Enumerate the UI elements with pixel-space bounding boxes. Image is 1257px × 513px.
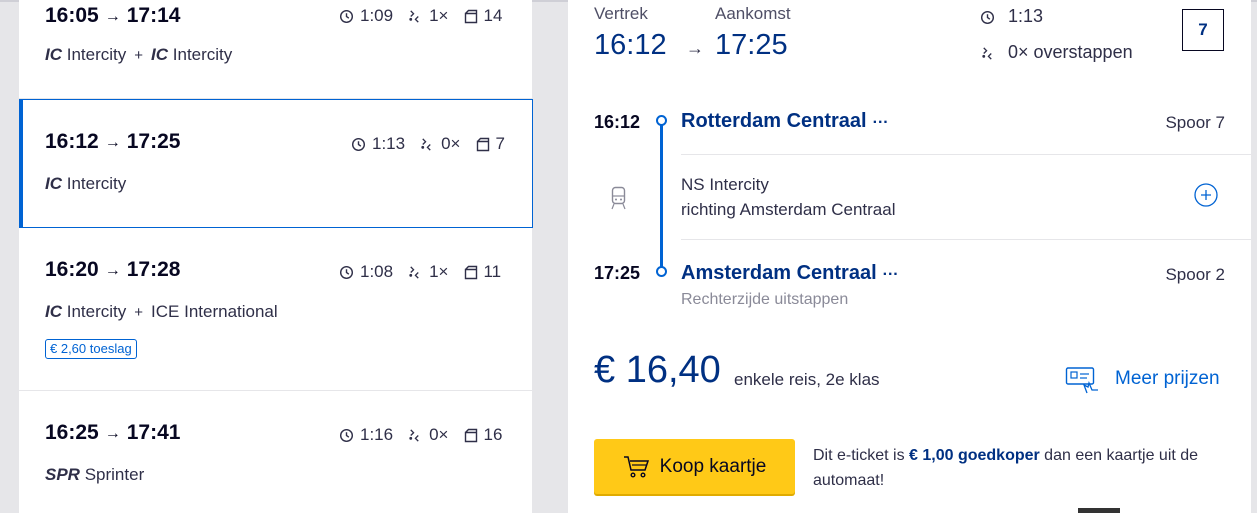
divider [681, 239, 1251, 240]
trip-platform: 14 [483, 6, 503, 25]
platform-icon [477, 137, 490, 151]
transfer-icon [409, 9, 419, 23]
departure-label: Vertrek [594, 4, 648, 23]
trip-duration: 1:08 [360, 262, 394, 281]
platform-icon [465, 9, 478, 23]
route-line [660, 122, 663, 272]
price: € 16,40 [594, 349, 721, 391]
train-icon [611, 186, 626, 210]
trip-transfers: 0× [441, 134, 461, 153]
platform-icon [465, 428, 478, 442]
trip-times: 16:20 → 17:28 [45, 258, 181, 281]
clock-icon [339, 265, 354, 279]
leg-direction: richting Amsterdam Centraal [681, 200, 896, 219]
arrival-time: 17:25 [715, 29, 788, 61]
arrow-right-icon: → [104, 425, 121, 442]
clock-icon [339, 428, 354, 442]
trip-trains: IC Intercity + IC Intercity [45, 45, 233, 64]
to-station[interactable]: Amsterdam Centraal ··· [681, 262, 899, 285]
trip-detail: Vertrek Aankomst 16:12 → 17:25 1:13 0× o… [568, 0, 1251, 513]
more-dots-icon[interactable]: ··· [873, 114, 889, 131]
trip-list: 16:05 → 17:14 1:09 1× 14 IC Intercity + IC I… [19, 0, 533, 513]
divider [681, 154, 1251, 155]
more-prices-link[interactable]: Meer prijzen [1115, 368, 1220, 390]
trip-times: 16:12 → 17:25 [45, 130, 181, 153]
trip-option-selected[interactable]: 16:12 → 17:25 1:13 0× 7 IC Intercity [19, 99, 533, 228]
price-note: enkele reis, 2e klas [734, 370, 880, 389]
trip-platform: 16 [483, 425, 503, 444]
from-time: 16:12 [594, 112, 641, 132]
transfer-icon [409, 428, 419, 442]
trip-trains: IC Intercity + ICE International [45, 302, 278, 321]
trip-times: 16:05 → 17:14 [45, 4, 181, 27]
ticket-icon[interactable] [1065, 366, 1101, 394]
trip-option[interactable]: 16:05 → 17:14 1:09 1× 14 IC Intercity + IC I… [19, 0, 532, 99]
arrival-label: Aankomst [715, 4, 791, 23]
to-time: 17:25 [594, 263, 641, 283]
trip-option[interactable]: 16:20 → 17:28 1:08 1× 11 IC Intercity + ICE … [19, 228, 532, 391]
trip-transfers: 1× [429, 262, 449, 281]
arrow-right-icon: → [686, 38, 704, 58]
trip-meta: 1:09 1× 14 [339, 6, 502, 26]
detail-duration: 1:13 [1008, 6, 1044, 26]
overlay-tab [1078, 508, 1120, 513]
trip-duration: 1:09 [360, 6, 394, 25]
trip-platform: 11 [483, 262, 502, 281]
plus-separator: + [134, 47, 144, 64]
trip-option[interactable]: 16:25 → 17:41 1:16 0× 16 SPR Sprinter [19, 391, 532, 513]
plus-circle-icon[interactable] [1194, 183, 1218, 207]
platform-box: 7 [1182, 9, 1224, 51]
plus-separator: + [134, 304, 144, 321]
transfer-icon [409, 265, 419, 279]
trip-transfers: 1× [429, 6, 449, 25]
transfer-icon [982, 47, 992, 60]
trip-duration: 1:13 [372, 134, 406, 153]
more-dots-icon[interactable]: ··· [883, 266, 899, 283]
platform-icon [465, 265, 478, 279]
clock-icon [980, 10, 995, 25]
buy-ticket-button[interactable]: Koop kaartje [594, 439, 795, 494]
trip-duration: 1:16 [360, 425, 394, 444]
trip-times: 16:25 → 17:41 [45, 421, 181, 444]
departure-time: 16:12 [594, 29, 667, 61]
arrow-right-icon: → [104, 8, 121, 25]
trip-meta: 1:08 1× 11 [339, 262, 501, 282]
trip-meta: 1:16 0× 16 [339, 425, 502, 445]
cart-icon [623, 455, 649, 478]
clock-icon [339, 9, 354, 23]
trip-trains: SPR Sprinter [45, 465, 145, 484]
eticket-promo: Dit e-ticket is € 1,00 goedkoper dan een… [813, 447, 1199, 489]
trip-trains: IC Intercity [45, 174, 127, 193]
arrow-right-icon: → [104, 134, 121, 151]
trip-platform: 7 [495, 134, 505, 153]
arrival-stop-dot [656, 266, 667, 277]
from-platform: Spoor 7 [1165, 113, 1225, 132]
arrow-right-icon: → [104, 262, 121, 279]
leg-operator: NS Intercity [681, 175, 769, 194]
trip-meta: 1:13 0× 7 [351, 134, 505, 154]
to-platform: Spoor 2 [1165, 265, 1225, 284]
departure-stop-dot [656, 115, 667, 126]
transfer-icon [421, 137, 431, 151]
clock-icon [351, 137, 366, 151]
trip-transfers: 0× [429, 425, 449, 444]
surcharge-badge: € 2,60 toeslag [45, 339, 137, 359]
detail-transfers: 0× overstappen [1008, 42, 1133, 62]
from-station[interactable]: Rotterdam Centraal ··· [681, 110, 889, 133]
exit-side-note: Rechterzijde uitstappen [681, 291, 849, 308]
